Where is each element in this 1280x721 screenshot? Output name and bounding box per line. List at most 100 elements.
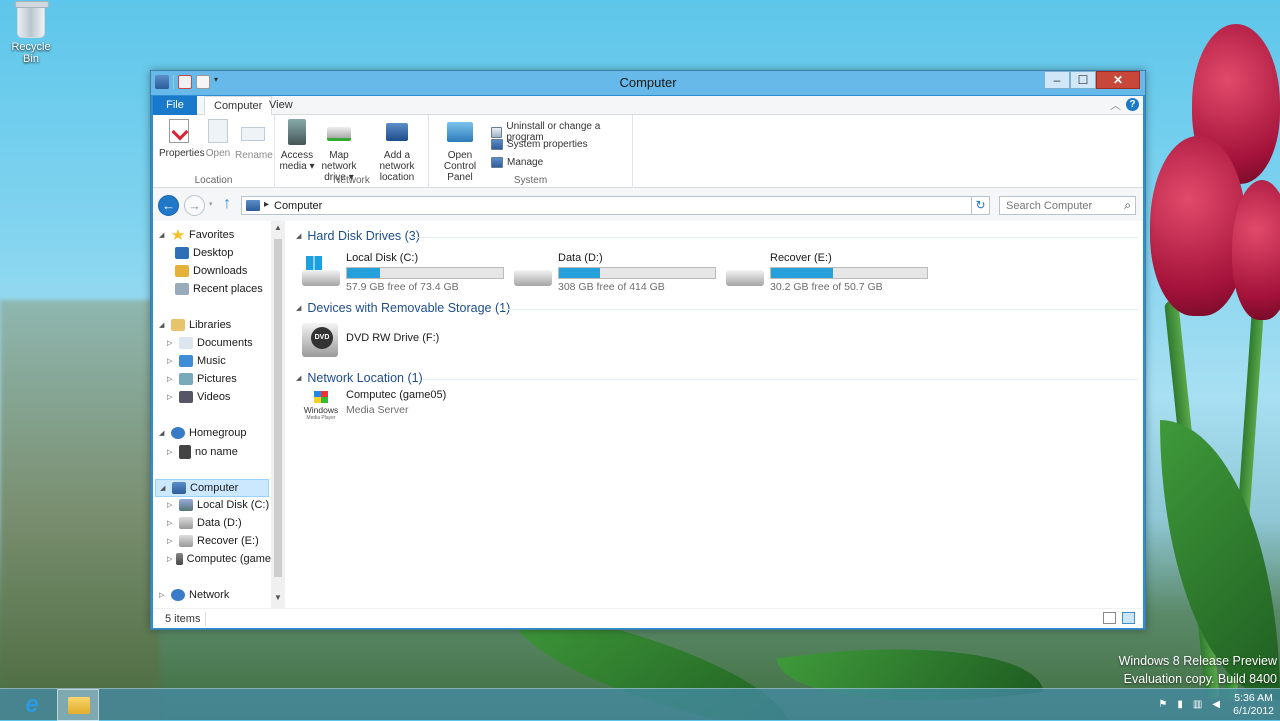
background-field	[0, 300, 160, 720]
properties-button[interactable]: Properties	[159, 119, 205, 159]
group-label-system: System	[513, 175, 548, 186]
search-box[interactable]: Search Computer ⌕	[999, 196, 1136, 215]
nav-item-documents[interactable]: ▷ Documents	[167, 337, 253, 349]
map-network-drive-button[interactable]: Map network drive ▾	[311, 119, 367, 183]
scroll-up-icon[interactable]: ▲	[274, 223, 282, 232]
group-divider	[410, 237, 1138, 238]
nav-pane-scrollbar[interactable]: ▲ ▼	[271, 221, 285, 608]
expand-icon[interactable]: ▷	[159, 591, 167, 599]
nav-item-computec[interactable]: ▷ Computec (game	[167, 553, 271, 565]
tab-view[interactable]: View	[260, 96, 302, 115]
collapse-icon[interactable]: ◢	[296, 304, 301, 312]
address-bar[interactable]: ▸ Computer ▾	[241, 196, 985, 215]
nav-item-desktop[interactable]: Desktop	[175, 247, 233, 259]
nav-item-network[interactable]: ▷ Network	[159, 589, 229, 601]
group-header-hard-disk-drives[interactable]: ◢ Hard Disk Drives (3)	[296, 229, 420, 243]
open-button[interactable]: Open	[203, 119, 233, 159]
collapse-icon[interactable]: ◢	[296, 374, 301, 382]
desktop-icon	[175, 247, 189, 259]
open-icon	[208, 119, 228, 143]
nav-item-data[interactable]: ▷ Data (D:)	[167, 517, 242, 529]
group-label-location: Location	[194, 175, 233, 186]
forward-button[interactable]: →	[184, 195, 205, 216]
star-icon	[171, 229, 185, 240]
nav-item-computer[interactable]: ◢ Computer	[155, 479, 269, 497]
volume-icon[interactable]: ◀	[1212, 699, 1220, 710]
expand-icon[interactable]: ▷	[167, 501, 175, 509]
explorer-window: ▾ Computer – ☐ ✕ File Computer View ︿ ? …	[150, 70, 1146, 630]
details-view-icon[interactable]	[1103, 612, 1116, 624]
expand-icon[interactable]: ▷	[167, 519, 175, 527]
nav-item-recover[interactable]: ▷ Recover (E:)	[167, 535, 259, 547]
back-button[interactable]: ←	[158, 195, 179, 216]
expand-icon[interactable]: ▷	[167, 339, 175, 347]
up-button[interactable]: ↑	[223, 195, 231, 213]
network-status-icon[interactable]: ▥	[1193, 699, 1202, 710]
collapse-icon[interactable]: ◢	[160, 484, 168, 492]
collapse-icon[interactable]: ◢	[296, 232, 301, 240]
manage-button[interactable]: Manage	[491, 157, 543, 168]
drive-item-dvd[interactable]: DVD DVD RW Drive (F:)	[302, 321, 508, 361]
maximize-button[interactable]: ☐	[1070, 71, 1096, 89]
open-control-panel-button[interactable]: Open Control Panel	[431, 119, 489, 183]
nav-item-no-name[interactable]: ▷ no name	[167, 445, 238, 459]
add-network-location-button[interactable]: Add a network location	[367, 119, 427, 183]
clock[interactable]: 5:36 AM 6/1/2012	[1233, 692, 1274, 718]
refresh-button[interactable]: ↻	[971, 196, 990, 215]
collapse-icon[interactable]: ◢	[159, 429, 167, 437]
scrollbar-thumb[interactable]	[274, 239, 282, 577]
nav-item-homegroup[interactable]: ◢ Homegroup	[159, 427, 246, 439]
power-icon[interactable]: ▮	[1177, 699, 1183, 710]
windows-drive-icon	[302, 256, 340, 286]
expand-icon[interactable]: ▷	[167, 537, 175, 545]
nav-item-downloads[interactable]: Downloads	[175, 265, 247, 277]
music-icon	[179, 355, 193, 367]
minimize-ribbon-icon[interactable]: ︿	[1110, 97, 1121, 113]
file-explorer-taskbar-button[interactable]	[57, 689, 99, 721]
nav-item-videos[interactable]: ▷ Videos	[167, 391, 230, 403]
breadcrumb-separator-icon[interactable]: ▸	[264, 199, 269, 210]
network-item-computec[interactable]: Windows Media Player Computec (game05) M…	[302, 389, 508, 429]
help-icon[interactable]: ?	[1126, 98, 1139, 111]
group-header-network-location[interactable]: ◢ Network Location (1)	[296, 371, 423, 385]
tiles-view-icon[interactable]	[1122, 612, 1135, 624]
expand-icon[interactable]: ▷	[167, 448, 175, 456]
drive-item-local-disk[interactable]: Local Disk (C:) 57.9 GB free of 73.4 GB	[302, 252, 508, 293]
internet-explorer-icon[interactable]: e	[18, 692, 46, 718]
search-icon[interactable]: ⌕	[1124, 198, 1131, 213]
control-panel-icon	[447, 122, 473, 142]
nav-item-local-disk[interactable]: ▷ Local Disk (C:)	[167, 499, 269, 511]
minimize-button[interactable]: –	[1044, 71, 1070, 89]
drive-free-space: 30.2 GB free of 50.7 GB	[770, 281, 883, 293]
drive-item-recover[interactable]: Recover (E:) 30.2 GB free of 50.7 GB	[726, 252, 932, 293]
access-media-button[interactable]: Access media ▾	[279, 119, 315, 172]
drive-item-data[interactable]: Data (D:) 308 GB free of 414 GB	[514, 252, 720, 293]
media-server-icon	[288, 119, 306, 145]
network-item-type: Media Server	[346, 404, 409, 416]
breadcrumb-computer[interactable]: Computer	[274, 200, 322, 212]
collapse-icon[interactable]: ◢	[159, 231, 167, 239]
system-properties-button[interactable]: System properties	[491, 139, 588, 150]
search-input[interactable]: Search Computer	[1006, 200, 1092, 212]
close-button[interactable]: ✕	[1096, 71, 1140, 89]
nav-item-recent-places[interactable]: Recent places	[175, 283, 263, 295]
expand-icon[interactable]: ▷	[167, 393, 175, 401]
collapse-icon[interactable]: ◢	[159, 321, 167, 329]
scroll-down-icon[interactable]: ▼	[274, 593, 282, 602]
nav-item-music[interactable]: ▷ Music	[167, 355, 226, 367]
recent-locations-dropdown[interactable]: ▾	[209, 200, 213, 208]
nav-item-libraries[interactable]: ◢ Libraries	[159, 319, 231, 331]
expand-icon[interactable]: ▷	[167, 555, 172, 563]
rename-button[interactable]: Rename	[235, 119, 273, 161]
drive-name: Data (D:)	[558, 252, 603, 264]
action-center-flag-icon[interactable]: ⚑	[1158, 699, 1167, 710]
group-header-removable-storage[interactable]: ◢ Devices with Removable Storage (1)	[296, 301, 510, 315]
content-area: ◢ Favorites Desktop Downloads Recent plac…	[153, 221, 1143, 608]
nav-item-favorites[interactable]: ◢ Favorites	[159, 229, 234, 241]
nav-item-pictures[interactable]: ▷ Pictures	[167, 373, 237, 385]
title-bar[interactable]: ▾ Computer – ☐ ✕	[151, 71, 1145, 95]
expand-icon[interactable]: ▷	[167, 375, 175, 383]
tab-file[interactable]: File	[153, 96, 197, 115]
expand-icon[interactable]: ▷	[167, 357, 175, 365]
recycle-bin-shortcut[interactable]: Recycle Bin	[2, 1, 60, 65]
